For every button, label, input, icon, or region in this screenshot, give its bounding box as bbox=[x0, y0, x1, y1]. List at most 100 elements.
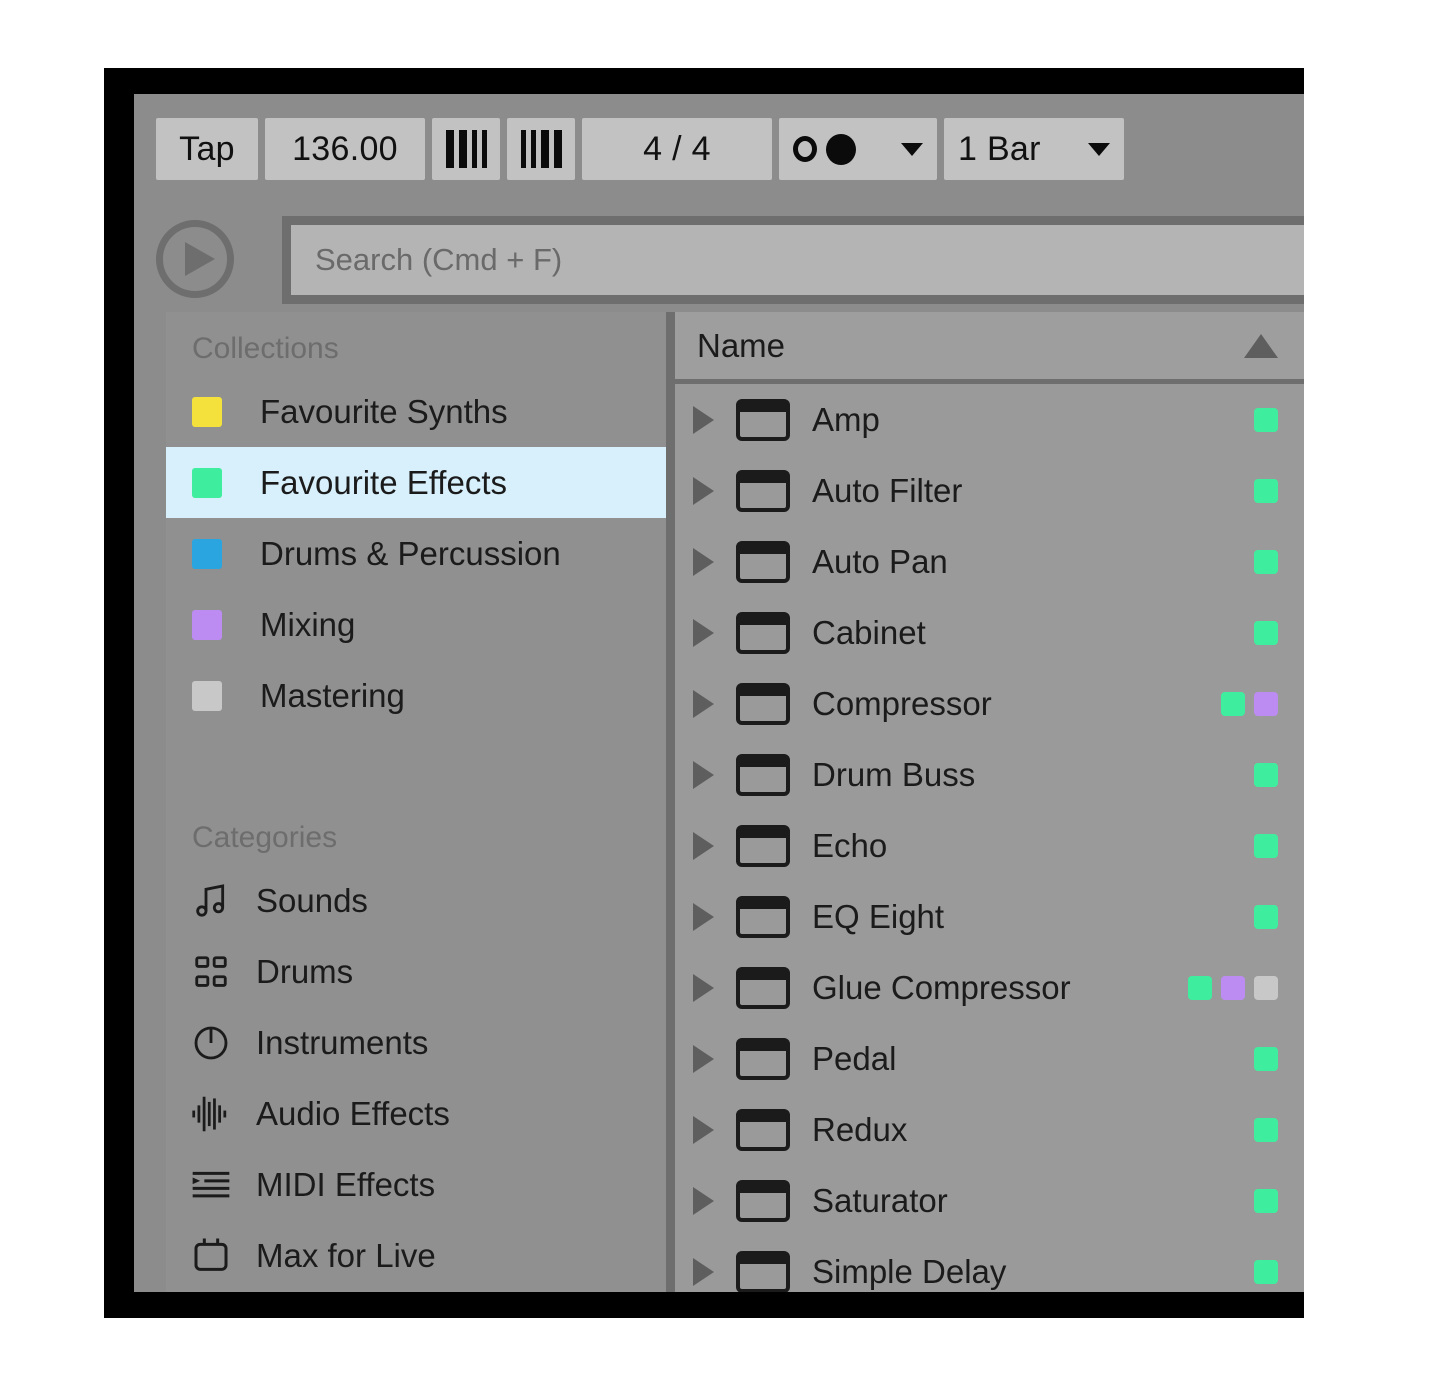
device-row[interactable]: Drum Buss bbox=[675, 739, 1304, 810]
power-circle-icon bbox=[188, 1022, 234, 1064]
collections-list: Favourite Synths Favourite Effects Drums &… bbox=[166, 376, 666, 731]
device-row[interactable]: Amp bbox=[675, 384, 1304, 455]
collection-tag-dot bbox=[1254, 975, 1278, 1000]
collection-tag-dot bbox=[1254, 549, 1278, 574]
collection-tag-dots bbox=[1254, 549, 1286, 574]
category-item[interactable]: Instruments bbox=[166, 1007, 666, 1078]
device-row[interactable]: Cabinet bbox=[675, 597, 1304, 668]
device-row[interactable]: Simple Delay bbox=[675, 1236, 1304, 1292]
tempo-field[interactable]: 136.00 bbox=[265, 118, 425, 180]
device-row[interactable]: Redux bbox=[675, 1094, 1304, 1165]
device-row[interactable]: Compressor bbox=[675, 668, 1304, 739]
device-icon bbox=[736, 1250, 790, 1292]
collection-item[interactable]: Mixing bbox=[166, 589, 666, 660]
device-rows: Amp Auto Filter Auto Pan Cabinet Compressor D… bbox=[675, 384, 1304, 1292]
triangle-right-icon[interactable] bbox=[693, 1186, 714, 1215]
collection-tag-dots bbox=[1254, 620, 1286, 645]
record-quantization-dropdown[interactable] bbox=[779, 118, 937, 180]
device-row[interactable]: Auto Pan bbox=[675, 526, 1304, 597]
collection-tag-dot bbox=[1254, 478, 1278, 503]
device-name: Cabinet bbox=[812, 613, 926, 651]
device-name: Glue Compressor bbox=[812, 968, 1071, 1006]
device-row[interactable]: Saturator bbox=[675, 1165, 1304, 1236]
tap-tempo-button[interactable]: Tap bbox=[156, 118, 258, 180]
triangle-right-icon[interactable] bbox=[693, 1257, 714, 1286]
category-item[interactable]: MIDI Effects bbox=[166, 1149, 666, 1220]
record-circles-icon bbox=[793, 133, 856, 165]
device-name: Auto Filter bbox=[812, 471, 963, 509]
device-row[interactable]: Pedal bbox=[675, 1023, 1304, 1094]
collection-tag-dot bbox=[1254, 407, 1278, 432]
triangle-right-icon[interactable] bbox=[693, 618, 714, 647]
device-name: Compressor bbox=[812, 684, 992, 722]
time-signature-field[interactable]: 4 / 4 bbox=[582, 118, 772, 180]
waveform-icon bbox=[188, 1093, 234, 1135]
device-name: Amp bbox=[812, 400, 880, 438]
device-name: EQ Eight bbox=[812, 897, 945, 935]
device-row[interactable]: Auto Filter bbox=[675, 455, 1304, 526]
collection-label: Mastering bbox=[260, 676, 405, 714]
category-label: Max for Live bbox=[256, 1236, 436, 1274]
device-row[interactable]: Echo bbox=[675, 810, 1304, 881]
device-name: Simple Delay bbox=[812, 1252, 1007, 1290]
device-icon bbox=[736, 895, 790, 938]
triangle-right-icon[interactable] bbox=[693, 902, 714, 931]
collection-color-swatch bbox=[192, 467, 222, 498]
triangle-right-icon[interactable] bbox=[693, 760, 714, 789]
metronome-button[interactable] bbox=[432, 118, 500, 180]
sort-ascending-icon[interactable] bbox=[1244, 333, 1278, 358]
collection-color-swatch bbox=[192, 396, 222, 427]
tempo-value: 136.00 bbox=[292, 129, 398, 168]
collection-tag-dots bbox=[1188, 975, 1286, 1000]
browser-body: Collections Favourite Synths Favourite Ef… bbox=[166, 312, 1304, 1292]
play-icon[interactable] bbox=[156, 220, 234, 298]
collection-tag-dots bbox=[1254, 1046, 1286, 1071]
collection-tag-dot bbox=[1254, 1188, 1278, 1213]
category-label: Sounds bbox=[256, 881, 368, 919]
collection-color-swatch bbox=[192, 680, 222, 711]
collection-item[interactable]: Favourite Effects bbox=[166, 447, 666, 518]
collection-tag-dots bbox=[1254, 407, 1286, 432]
category-item[interactable]: Audio Effects bbox=[166, 1078, 666, 1149]
device-icon bbox=[736, 398, 790, 441]
triangle-right-icon[interactable] bbox=[693, 831, 714, 860]
category-item[interactable]: Drums bbox=[166, 936, 666, 1007]
categories-heading: Categories bbox=[192, 821, 338, 854]
groove-amount-button[interactable] bbox=[507, 118, 575, 180]
category-item[interactable]: Max for Live bbox=[166, 1220, 666, 1291]
device-row[interactable]: Glue Compressor bbox=[675, 952, 1304, 1023]
browser-header bbox=[156, 216, 1304, 308]
triangle-right-icon[interactable] bbox=[693, 689, 714, 718]
device-name: Saturator bbox=[812, 1181, 948, 1219]
column-header-name[interactable]: Name bbox=[697, 327, 1244, 365]
device-name: Pedal bbox=[812, 1039, 897, 1077]
transport-toolbar: Tap 136.00 4 / 4 1 Bar bbox=[156, 118, 1124, 180]
sidebar-divider[interactable] bbox=[666, 312, 675, 1292]
collection-tag-dot bbox=[1254, 691, 1278, 716]
collection-tag-dot bbox=[1254, 620, 1278, 645]
triangle-right-icon[interactable] bbox=[693, 1115, 714, 1144]
max-chip-icon bbox=[188, 1235, 234, 1277]
device-icon bbox=[736, 1108, 790, 1151]
triangle-right-icon[interactable] bbox=[693, 405, 714, 434]
collection-tag-dot bbox=[1254, 762, 1278, 787]
collection-tag-dots bbox=[1221, 691, 1286, 716]
triangle-right-icon[interactable] bbox=[693, 476, 714, 505]
triangle-right-icon[interactable] bbox=[693, 973, 714, 1002]
triangle-right-icon[interactable] bbox=[693, 1044, 714, 1073]
launch-quantization-dropdown[interactable]: 1 Bar bbox=[944, 118, 1124, 180]
collection-tag-dots bbox=[1254, 833, 1286, 858]
collection-item[interactable]: Drums & Percussion bbox=[166, 518, 666, 589]
search-container bbox=[282, 216, 1304, 304]
search-input[interactable] bbox=[291, 225, 1304, 295]
collection-item[interactable]: Mastering bbox=[166, 660, 666, 731]
device-row[interactable]: EQ Eight bbox=[675, 881, 1304, 952]
device-list-header: Name bbox=[675, 312, 1304, 384]
collection-tag-dot bbox=[1254, 1046, 1278, 1071]
category-item[interactable]: Sounds bbox=[166, 865, 666, 936]
collection-item[interactable]: Favourite Synths bbox=[166, 376, 666, 447]
triangle-right-icon[interactable] bbox=[693, 547, 714, 576]
grid-four-icon bbox=[188, 951, 234, 993]
collection-tag-dots bbox=[1254, 762, 1286, 787]
categories-list: Sounds Drums Instruments Audio Effects MIDI … bbox=[166, 865, 666, 1291]
